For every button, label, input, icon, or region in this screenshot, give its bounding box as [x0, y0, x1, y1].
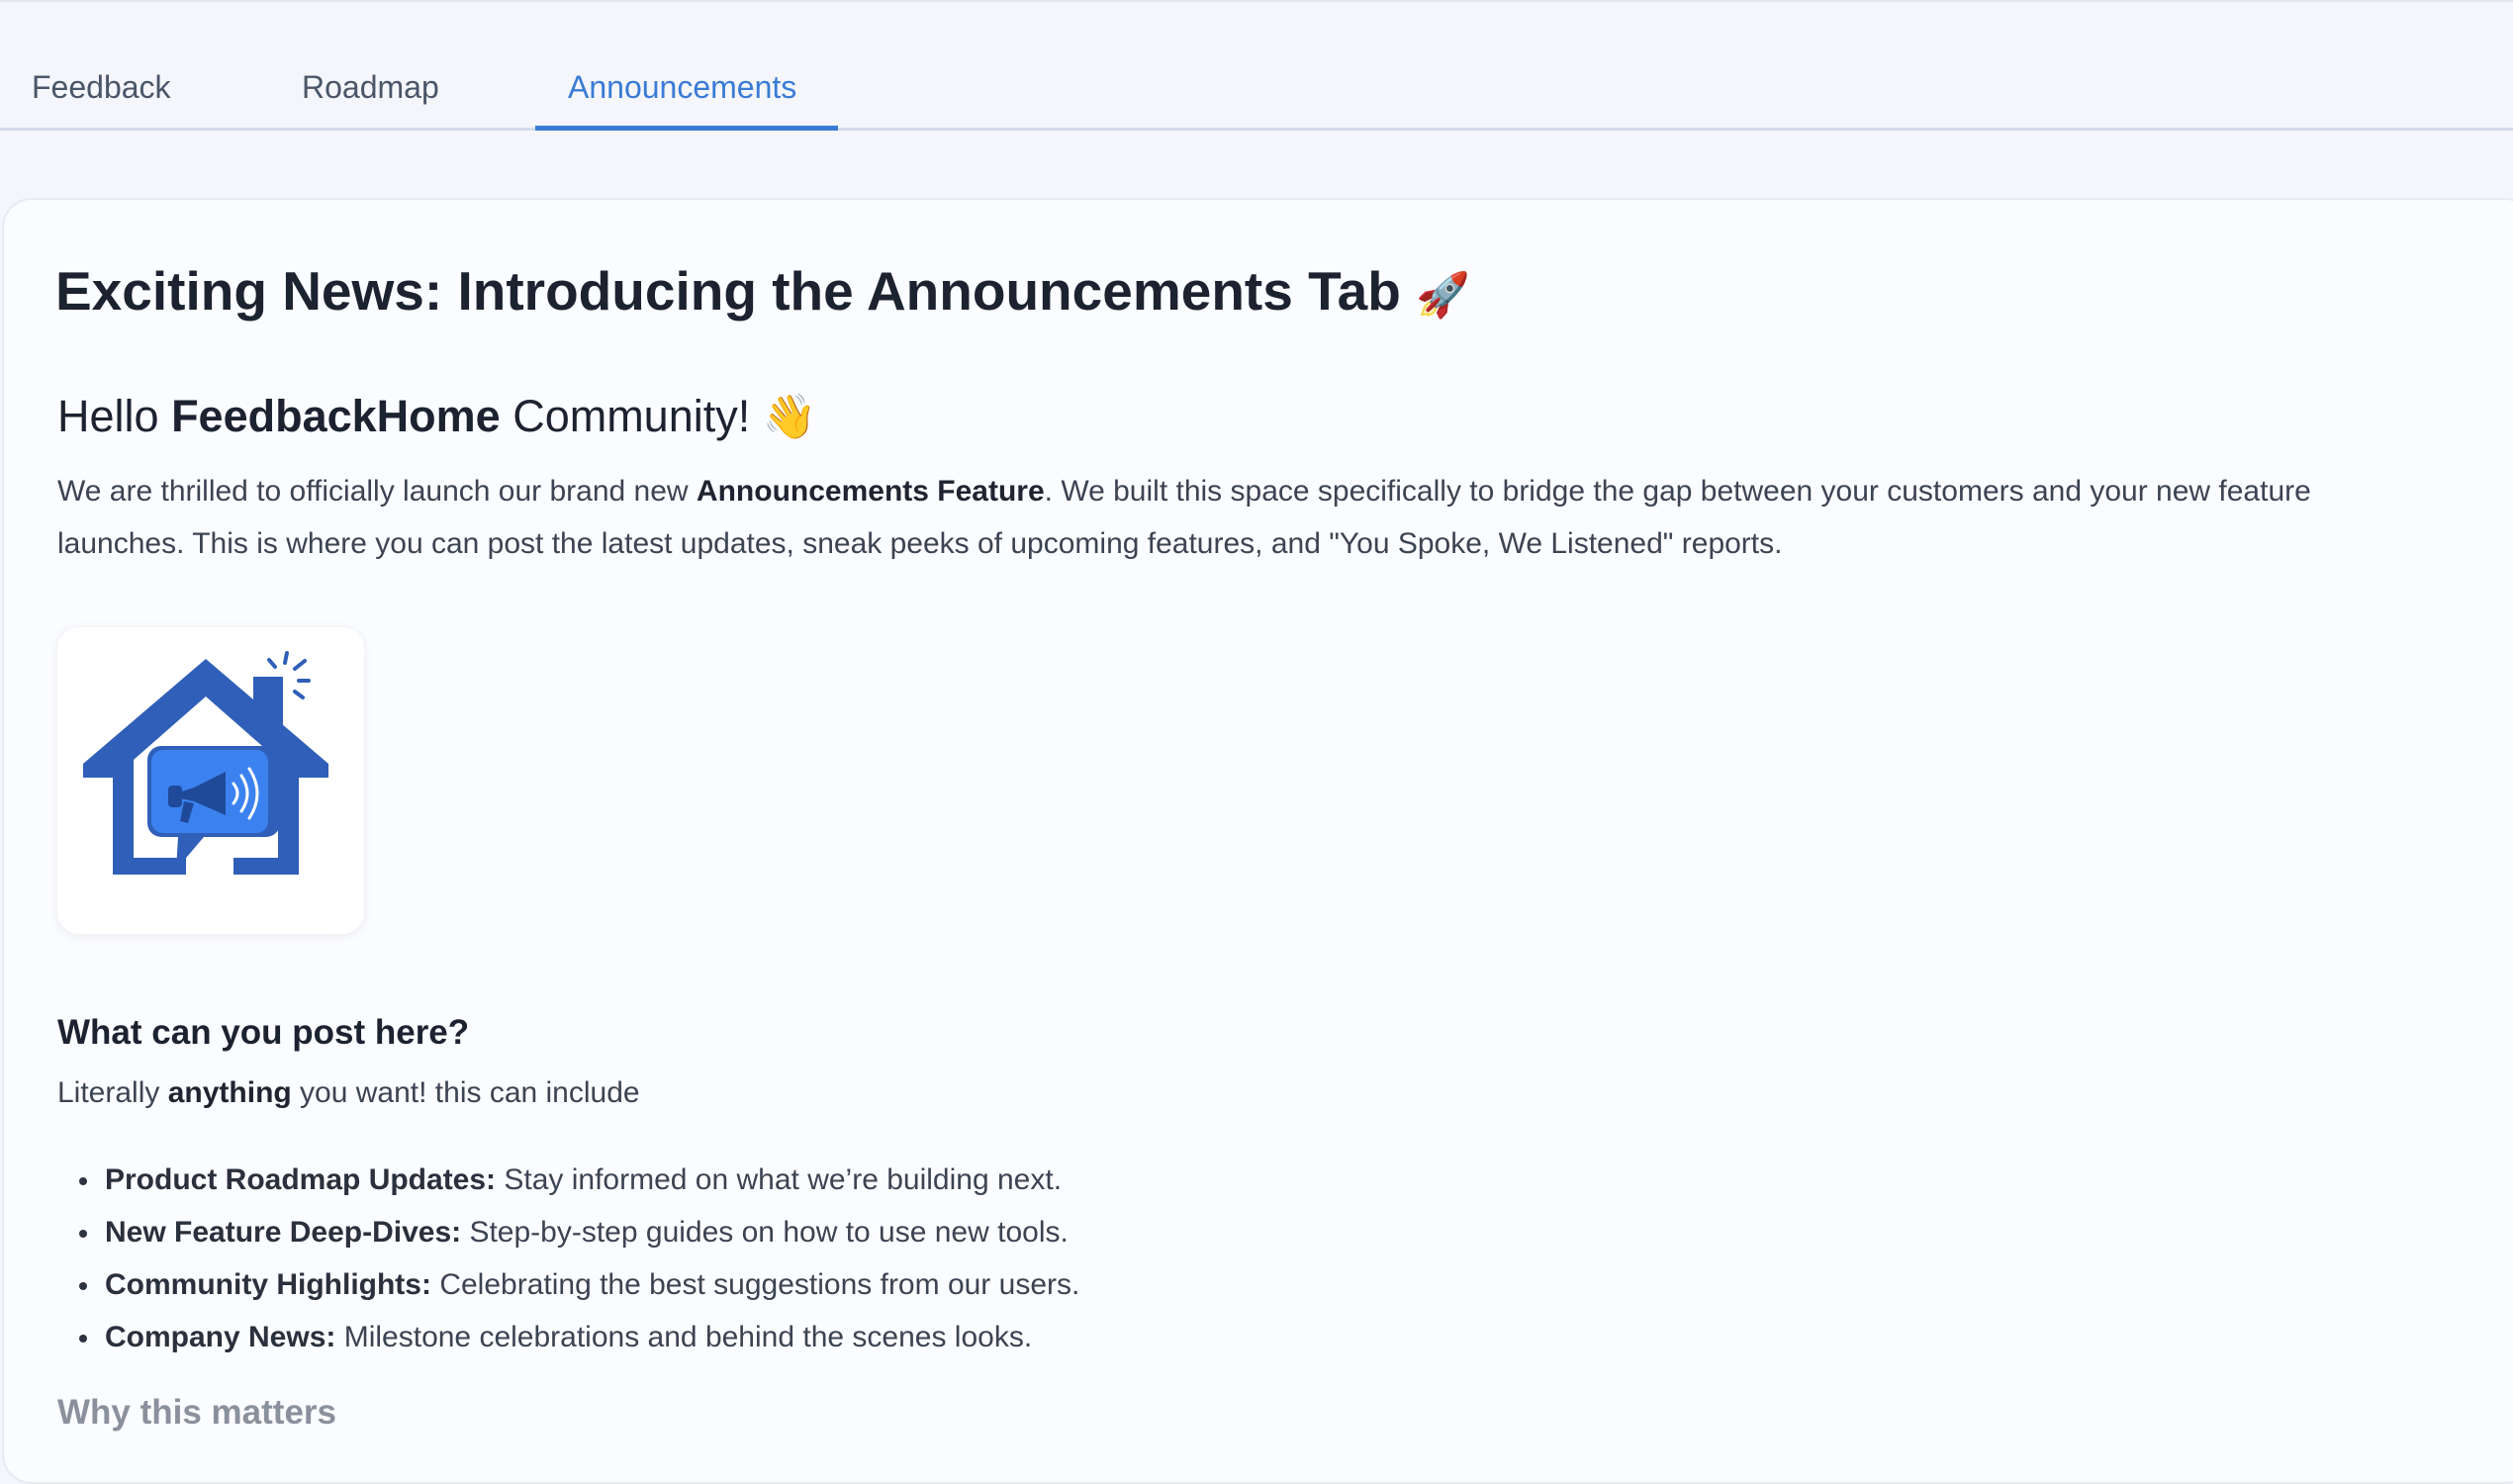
announcement-logo — [57, 627, 364, 934]
list-item-text: Celebrating the best suggestions from ou… — [430, 1268, 1080, 1301]
lead-emphasis: anything — [167, 1076, 292, 1109]
list-item-text: Milestone celebrations and behind the sc… — [335, 1321, 1033, 1353]
tab-announcements[interactable]: Announcements — [568, 69, 796, 106]
tab-roadmap[interactable]: Roadmap — [302, 69, 439, 106]
greeting-heading: Hello FeedbackHome Community! 👋 — [57, 391, 817, 442]
post-types-list: Product Roadmap Updates: Stay informed o… — [57, 1154, 1079, 1363]
list-item-label: New Feature Deep-Dives: — [105, 1216, 462, 1249]
active-tab-indicator — [535, 126, 838, 131]
post-title: Exciting News: Introducing the Announcem… — [55, 259, 1470, 323]
list-item: Community Highlights: Celebrating the be… — [57, 1258, 1079, 1311]
waving-hand-icon: 👋 — [762, 392, 817, 442]
intro-text-start: We are thrilled to officially launch our… — [57, 475, 697, 508]
intro-feature-name: Announcements Feature — [696, 475, 1045, 508]
lead-text-end: you want! this can include — [291, 1076, 640, 1109]
list-item: Product Roadmap Updates: Stay informed o… — [57, 1154, 1079, 1206]
section-heading: What can you post here? — [57, 1013, 470, 1052]
list-item: Company News: Milestone celebrations and… — [57, 1311, 1079, 1363]
greeting-prefix: Hello — [57, 391, 172, 441]
next-section-heading: Why this matters — [57, 1393, 336, 1432]
list-item-label: Product Roadmap Updates: — [105, 1163, 497, 1196]
post-title-text: Exciting News: Introducing the Announcem… — [55, 260, 1401, 322]
section-lead: Literally anything you want! this can in… — [57, 1076, 640, 1110]
brand-name: FeedbackHome — [171, 391, 501, 441]
list-item-text: Stay informed on what we’re building nex… — [496, 1163, 1063, 1196]
rocket-icon: 🚀 — [1416, 270, 1470, 321]
tab-feedback[interactable]: Feedback — [32, 69, 171, 106]
tab-bar: Feedback Roadmap Announcements — [0, 0, 2513, 131]
list-item-label: Company News: — [105, 1321, 336, 1353]
intro-paragraph: We are thrilled to officially launch our… — [57, 465, 2432, 570]
list-item-text: Step-by-step guides on how to use new to… — [461, 1216, 1069, 1249]
list-item: New Feature Deep-Dives: Step-by-step gui… — [57, 1206, 1079, 1258]
list-item-label: Community Highlights: — [105, 1268, 431, 1301]
lead-text-start: Literally — [57, 1076, 168, 1109]
greeting-suffix: Community! — [500, 391, 751, 441]
house-megaphone-icon — [83, 651, 328, 875]
